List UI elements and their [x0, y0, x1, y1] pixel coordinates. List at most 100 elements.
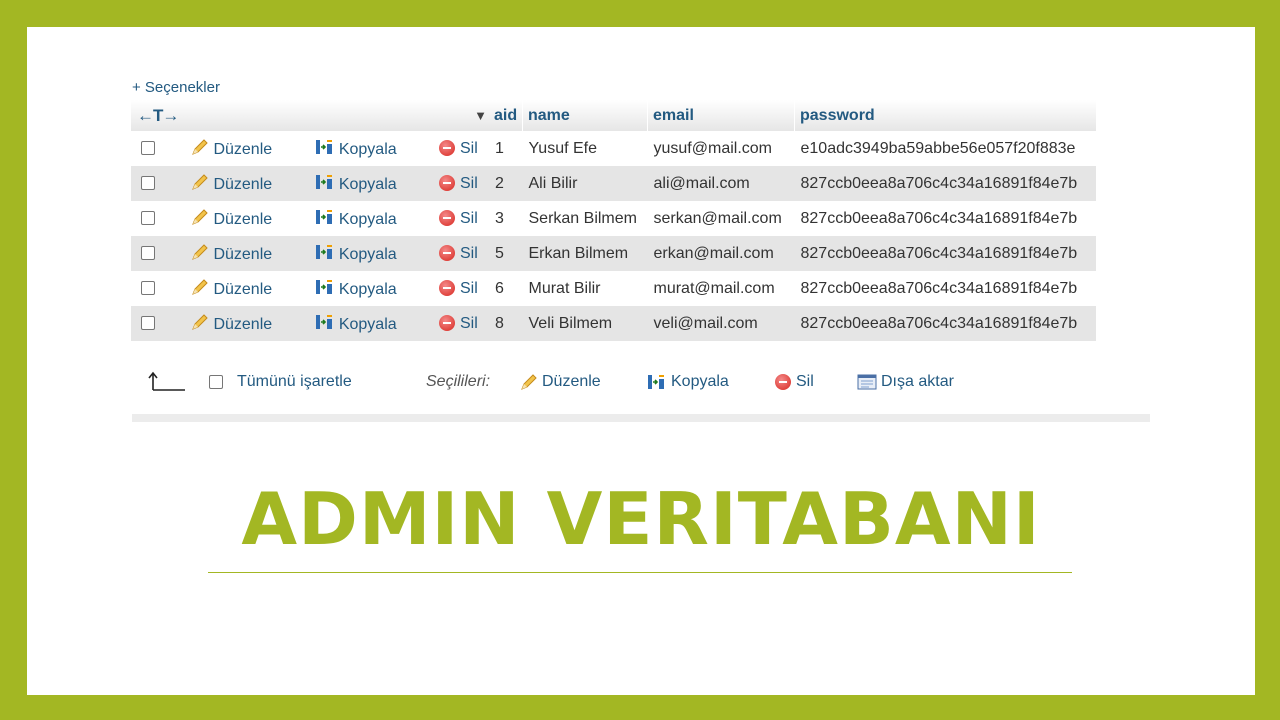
cell-aid: 2 — [489, 166, 523, 201]
row-edit-cell: Düzenle — [187, 131, 305, 166]
table-row: Düzenle Kopyala Sil 5 Erkan Bilmem erkan… — [131, 236, 1096, 271]
row-edit-cell: Düzenle — [187, 201, 305, 236]
row-checkbox[interactable] — [141, 176, 155, 191]
cell-password: 827ccb0eea8a706c4c34a16891f84e7b — [794, 271, 1096, 306]
row-delete-button[interactable]: Sil — [439, 174, 478, 192]
row-copy-cell: Kopyala — [304, 166, 429, 201]
row-copy-button[interactable]: Kopyala — [315, 175, 397, 193]
slide-title: ADMIN VERITABANI — [241, 477, 1041, 561]
copy-icon — [315, 315, 332, 329]
delete-icon — [439, 139, 455, 156]
row-checkbox[interactable] — [141, 316, 155, 331]
row-select-cell — [131, 201, 188, 236]
cell-name: Veli Bilmem — [522, 306, 648, 341]
cell-name: Murat Bilir — [522, 271, 648, 306]
export-icon — [857, 374, 877, 390]
table-row: Düzenle Kopyala Sil 3 Serkan Bilmem serk… — [131, 201, 1096, 236]
check-all-label[interactable]: Tümünü işaretle — [237, 373, 352, 391]
cell-aid: 3 — [489, 201, 523, 236]
row-edit-button[interactable]: Düzenle — [191, 174, 272, 193]
cell-password: 827ccb0eea8a706c4c34a16891f84e7b — [794, 166, 1096, 201]
cell-password: 827ccb0eea8a706c4c34a16891f84e7b — [794, 201, 1096, 236]
copy-icon — [315, 280, 332, 294]
cell-aid: 6 — [489, 271, 523, 306]
row-copy-button[interactable]: Kopyala — [315, 140, 397, 158]
row-checkbox[interactable] — [141, 246, 155, 261]
table-row: Düzenle Kopyala Sil 2 Ali Bilir ali@mail… — [131, 166, 1096, 201]
column-arrows-icon[interactable]: ←T→ — [137, 106, 179, 125]
delete-icon — [439, 314, 455, 331]
row-copy-button[interactable]: Kopyala — [315, 245, 397, 263]
col-header-email[interactable]: email — [647, 100, 795, 131]
copy-icon — [648, 375, 664, 389]
row-delete-button[interactable]: Sil — [439, 314, 478, 332]
copy-icon — [315, 175, 332, 189]
table-row: Düzenle Kopyala Sil 8 Veli Bilmem veli@m… — [131, 306, 1096, 341]
pencil-icon — [192, 314, 209, 330]
row-select-cell — [131, 131, 188, 166]
bulk-export-button[interactable]: Dışa aktar — [857, 373, 954, 391]
row-copy-button[interactable]: Kopyala — [315, 315, 397, 333]
cell-email: murat@mail.com — [647, 271, 795, 306]
bulk-delete-button[interactable]: Sil — [775, 373, 814, 391]
sort-desc-icon[interactable]: ▼ — [474, 108, 487, 123]
copy-icon — [315, 245, 332, 259]
cell-aid: 8 — [489, 306, 523, 341]
row-delete-button[interactable]: Sil — [439, 139, 478, 157]
row-delete-cell: Sil — [429, 271, 489, 306]
row-copy-button[interactable]: Kopyala — [315, 280, 397, 298]
arrow-up-left-icon — [147, 370, 185, 392]
pencil-icon — [192, 174, 209, 190]
row-delete-button[interactable]: Sil — [439, 279, 478, 297]
pencil-icon — [192, 209, 209, 225]
row-delete-button[interactable]: Sil — [439, 209, 478, 227]
check-all[interactable]: Tümünü işaretle — [209, 373, 352, 391]
cell-email: serkan@mail.com — [647, 201, 795, 236]
check-all-checkbox[interactable] — [209, 375, 223, 389]
pencil-icon — [192, 139, 209, 155]
col-header-password[interactable]: password — [794, 100, 1096, 131]
row-edit-button[interactable]: Düzenle — [191, 209, 272, 228]
bulk-copy-button[interactable]: Kopyala — [647, 373, 729, 391]
row-copy-cell: Kopyala — [304, 306, 429, 341]
cell-name: Erkan Bilmem — [522, 236, 648, 271]
delete-icon — [439, 244, 455, 261]
cell-email: veli@mail.com — [647, 306, 795, 341]
row-copy-cell: Kopyala — [304, 131, 429, 166]
row-checkbox[interactable] — [141, 141, 155, 156]
section-divider — [132, 414, 1150, 422]
options-link[interactable]: + Seçenekler — [132, 79, 220, 96]
row-edit-button[interactable]: Düzenle — [191, 244, 272, 263]
bulk-edit-button[interactable]: Düzenle — [520, 373, 601, 391]
row-copy-button[interactable]: Kopyala — [315, 210, 397, 228]
row-select-cell — [131, 306, 188, 341]
delete-icon — [439, 209, 455, 226]
row-delete-cell: Sil — [429, 201, 489, 236]
row-select-cell — [131, 236, 188, 271]
row-edit-button[interactable]: Düzenle — [191, 314, 272, 333]
row-copy-cell: Kopyala — [304, 236, 429, 271]
row-edit-button[interactable]: Düzenle — [191, 279, 272, 298]
cell-name: Serkan Bilmem — [522, 201, 648, 236]
row-edit-cell: Düzenle — [187, 166, 305, 201]
cell-email: erkan@mail.com — [647, 236, 795, 271]
row-checkbox[interactable] — [141, 211, 155, 226]
row-edit-cell: Düzenle — [187, 306, 305, 341]
copy-icon — [315, 140, 332, 154]
row-delete-button[interactable]: Sil — [439, 244, 478, 262]
sort-header: ▼ — [429, 100, 489, 131]
col-header-aid[interactable]: aid — [489, 100, 523, 131]
row-select-cell — [131, 271, 188, 306]
col-header-name[interactable]: name — [522, 100, 648, 131]
cell-name: Ali Bilir — [522, 166, 648, 201]
slide: + Seçenekler ←T→ ▼ aid name email passwo… — [27, 27, 1255, 695]
row-copy-cell: Kopyala — [304, 201, 429, 236]
delete-icon — [439, 174, 455, 191]
pencil-icon — [192, 279, 209, 295]
delete-icon — [439, 279, 455, 296]
table-row: Düzenle Kopyala Sil 1 Yusuf Efe yusuf@ma… — [131, 131, 1096, 166]
cell-aid: 5 — [489, 236, 523, 271]
row-edit-button[interactable]: Düzenle — [191, 139, 272, 158]
row-checkbox[interactable] — [141, 281, 155, 296]
row-delete-cell: Sil — [429, 131, 489, 166]
